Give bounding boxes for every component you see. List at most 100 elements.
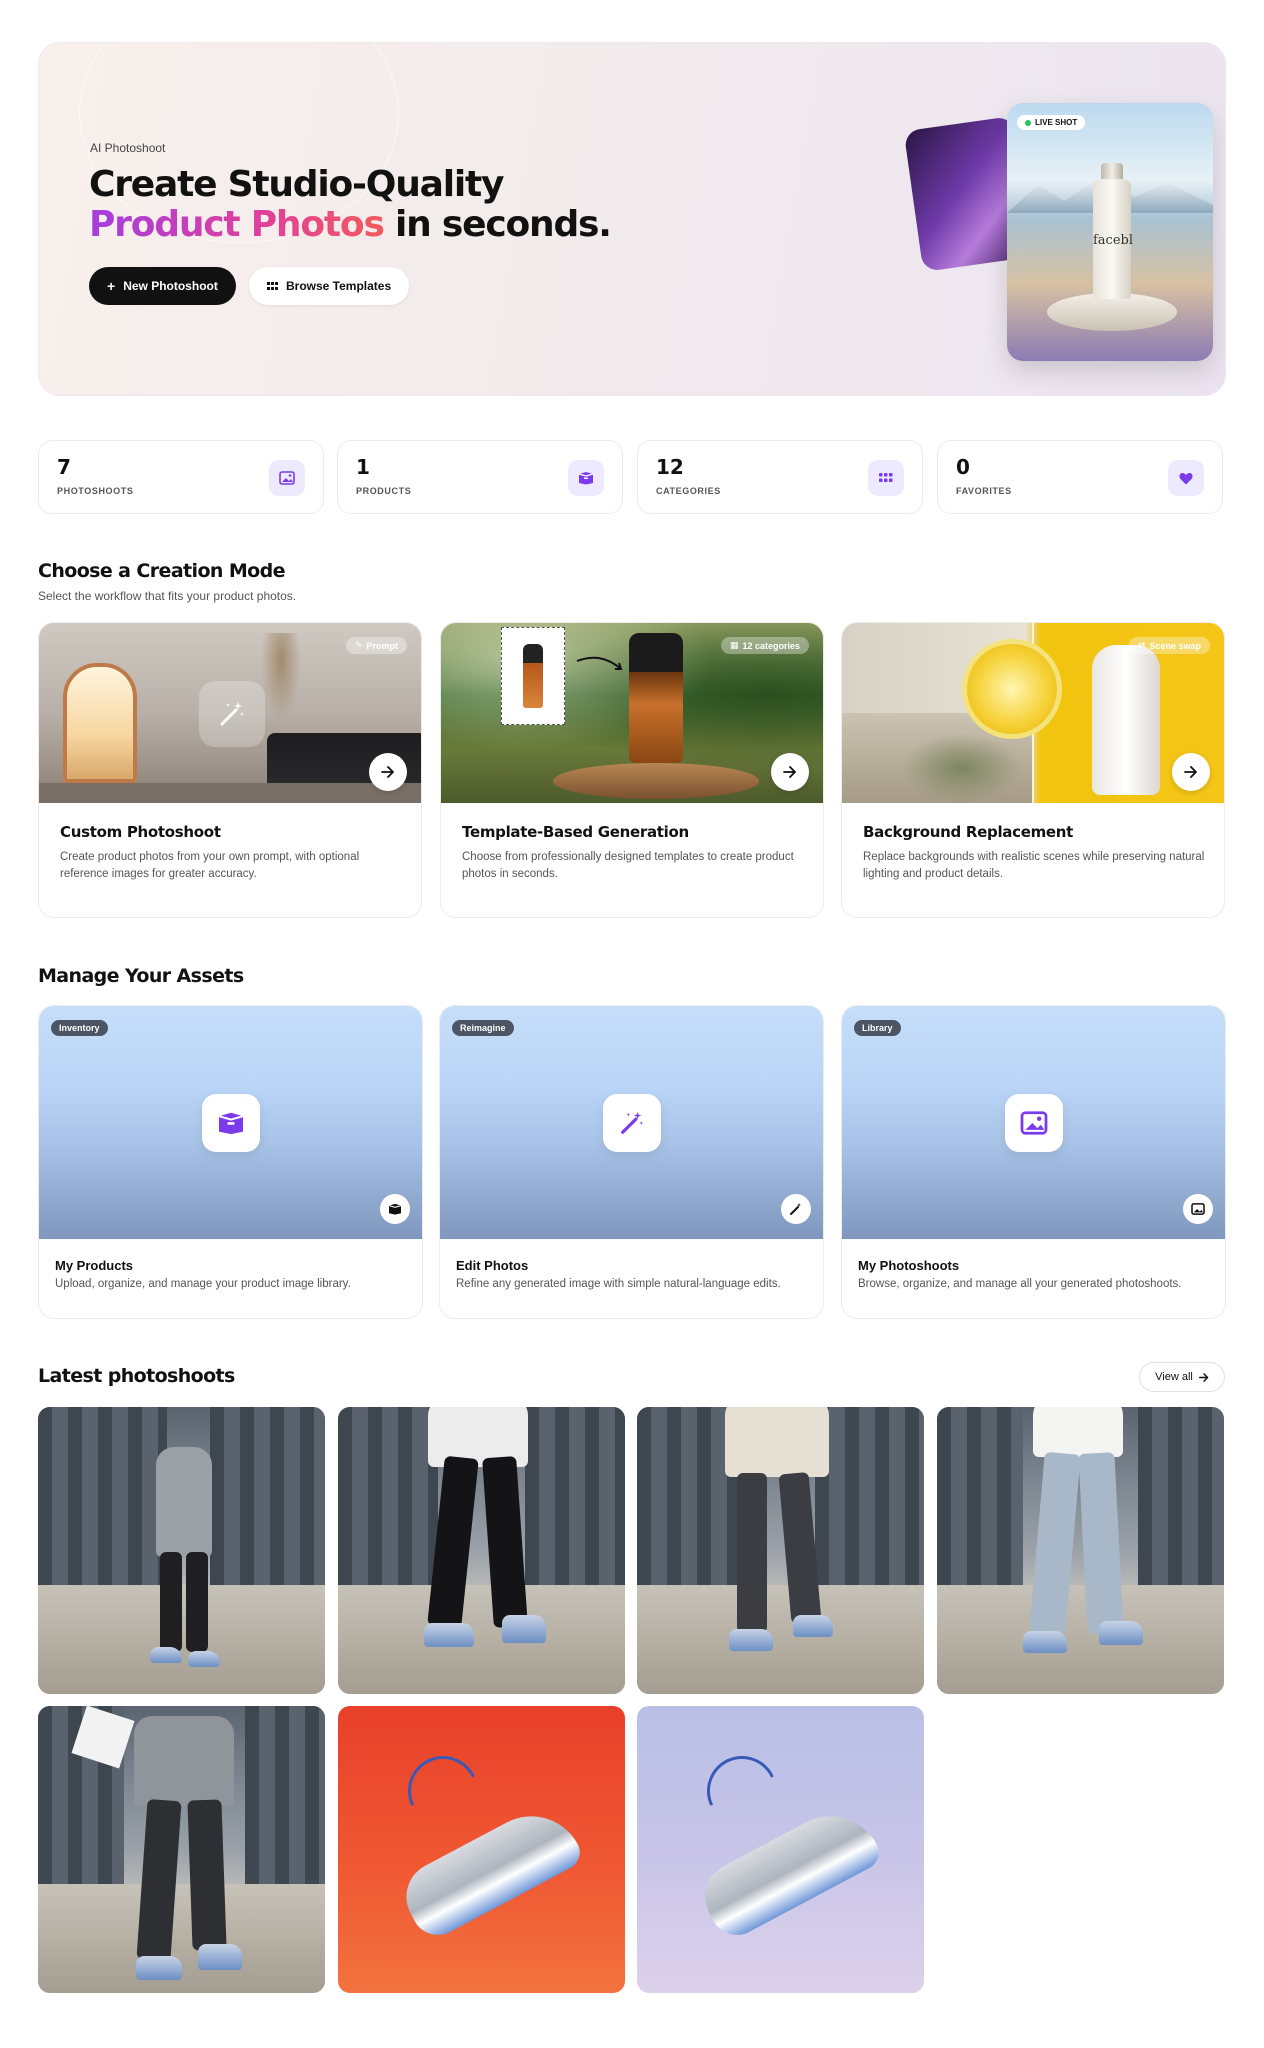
chip-label: Prompt [366, 640, 399, 651]
mode-title: Template-Based Generation [462, 823, 689, 841]
building [1137, 1407, 1224, 1585]
custom-photoshoot-card[interactable]: ✎ Prompt Custom Photoshoot Create produc… [38, 622, 422, 918]
page: AI Photoshoot Create Studio-Quality Prod… [0, 0, 1264, 2048]
reference-thumbnail [501, 627, 565, 725]
photoshoot-thumbnail[interactable] [637, 1706, 924, 1993]
template-generation-card[interactable]: ▦ 12 categories Template-Based Generatio… [440, 622, 824, 918]
my-photoshoots-card[interactable]: Library My Photoshoots Browse, organize,… [841, 1005, 1226, 1319]
magic-wand-icon [781, 1194, 811, 1224]
asset-title: My Photoshoots [858, 1258, 960, 1273]
building [937, 1407, 1024, 1585]
magic-wand-icon [603, 1094, 661, 1152]
box-icon [568, 460, 604, 496]
edit-photos-card[interactable]: Reimagine Edit Photos Refine any generat… [439, 1005, 824, 1319]
view-all-label: View all [1155, 1371, 1193, 1383]
sneaker [793, 1615, 833, 1637]
person-leg [737, 1473, 767, 1633]
person-shirt [156, 1447, 212, 1557]
photoshoot-thumbnail[interactable] [338, 1407, 625, 1694]
main-product-image: facebl LIVE SHOT [1007, 103, 1213, 361]
sneaker [150, 1647, 182, 1663]
reimagine-chip: Reimagine [452, 1020, 514, 1036]
photoshoot-thumbnail[interactable] [338, 1706, 625, 1993]
pavement [338, 1584, 625, 1694]
box-icon [380, 1194, 410, 1224]
bottle-label: facebl [1093, 233, 1134, 248]
mode-title: Custom Photoshoot [60, 823, 221, 841]
view-all-button[interactable]: View all [1139, 1362, 1225, 1392]
arrow-curve-icon [575, 653, 625, 677]
photoshoot-thumbnail[interactable] [38, 1706, 325, 1993]
hero-image-stack: facebl LIVE SHOT [869, 83, 1213, 363]
plus-icon: + [107, 278, 116, 294]
person-leg [160, 1552, 182, 1652]
building [244, 1706, 325, 1884]
building [338, 1407, 439, 1585]
mode-title: Background Replacement [863, 823, 1074, 841]
building [814, 1407, 924, 1585]
hero-title-gradient: Product Photos [89, 204, 385, 245]
stat-label: FAVORITES [956, 486, 1012, 496]
arrow-right-icon[interactable] [369, 753, 407, 791]
my-photoshoots-banner: Library [842, 1006, 1225, 1239]
browse-templates-button[interactable]: Browse Templates [249, 267, 410, 305]
prompt-chip: ✎ Prompt [345, 637, 407, 654]
scene-swap-chip: ⇄ Scene swap [1128, 637, 1210, 654]
my-products-card[interactable]: Inventory My Products Upload, organize, … [38, 1005, 423, 1319]
box-icon [202, 1094, 260, 1152]
image-icon [1183, 1194, 1213, 1224]
new-photoshoot-button[interactable]: + New Photoshoot [89, 267, 236, 305]
hero-banner: AI Photoshoot Create Studio-Quality Prod… [38, 42, 1226, 396]
stat-value: 0 [956, 455, 970, 479]
mode-description: Choose from professionally designed temp… [462, 851, 794, 880]
stat-value: 1 [356, 455, 370, 479]
heart-icon [1168, 460, 1204, 496]
sneaker [188, 1651, 220, 1667]
building [524, 1407, 625, 1585]
creation-mode-title: Choose a Creation Mode [38, 560, 285, 582]
asset-title: Edit Photos [456, 1258, 529, 1273]
hero-eyebrow: AI Photoshoot [90, 141, 166, 155]
edit-photos-banner: Reimagine [440, 1006, 823, 1239]
stat-favorites: 0 FAVORITES [937, 440, 1223, 514]
manage-assets-title: Manage Your Assets [38, 965, 244, 987]
background-replacement-card[interactable]: ⇄ Scene swap Background Replacement Repl… [841, 622, 1225, 918]
stat-value: 12 [656, 455, 684, 479]
live-shot-label: LIVE SHOT [1035, 118, 1078, 127]
stat-label: CATEGORIES [656, 486, 721, 496]
hero-title-line1: Create Studio-Quality [89, 164, 504, 205]
arrow-right-icon[interactable] [1172, 753, 1210, 791]
person-leg [187, 1799, 227, 1951]
asset-description: Upload, organize, and manage your produc… [55, 1278, 351, 1290]
grid-icon [868, 460, 904, 496]
grid-icon: ▦ [729, 640, 739, 650]
person-leg [186, 1552, 208, 1652]
chip-label: Scene swap [1149, 640, 1201, 651]
hero-title-rest: in seconds. [383, 204, 612, 245]
photoshoot-thumbnail[interactable] [937, 1407, 1224, 1694]
arrow-right-icon[interactable] [771, 753, 809, 791]
sneaker [136, 1956, 182, 1980]
person-shirt [1033, 1407, 1123, 1457]
photoshoot-thumbnail[interactable] [637, 1407, 924, 1694]
sneaker [1023, 1631, 1067, 1653]
magic-wand-icon [199, 681, 265, 747]
live-shot-badge: LIVE SHOT [1017, 115, 1086, 130]
latest-photoshoots-title: Latest photoshoots [38, 1365, 235, 1387]
person-sweater [725, 1407, 829, 1477]
table-surface [39, 783, 421, 803]
image-icon [1005, 1094, 1063, 1152]
stat-value: 7 [57, 455, 71, 479]
plant-leaves [902, 733, 1022, 803]
swap-icon: ⇄ [1137, 640, 1146, 650]
grid-icon [267, 281, 278, 291]
custom-photoshoot-image: ✎ Prompt [39, 623, 421, 803]
stat-photoshoots: 7 PHOTOSHOOTS [38, 440, 324, 514]
shoelace [398, 1746, 488, 1836]
building [210, 1407, 325, 1585]
pavement [637, 1584, 924, 1694]
asset-description: Refine any generated image with simple n… [456, 1278, 781, 1290]
photoshoot-thumbnail[interactable] [38, 1407, 325, 1694]
pavement [937, 1584, 1224, 1694]
sneaker [729, 1629, 773, 1651]
